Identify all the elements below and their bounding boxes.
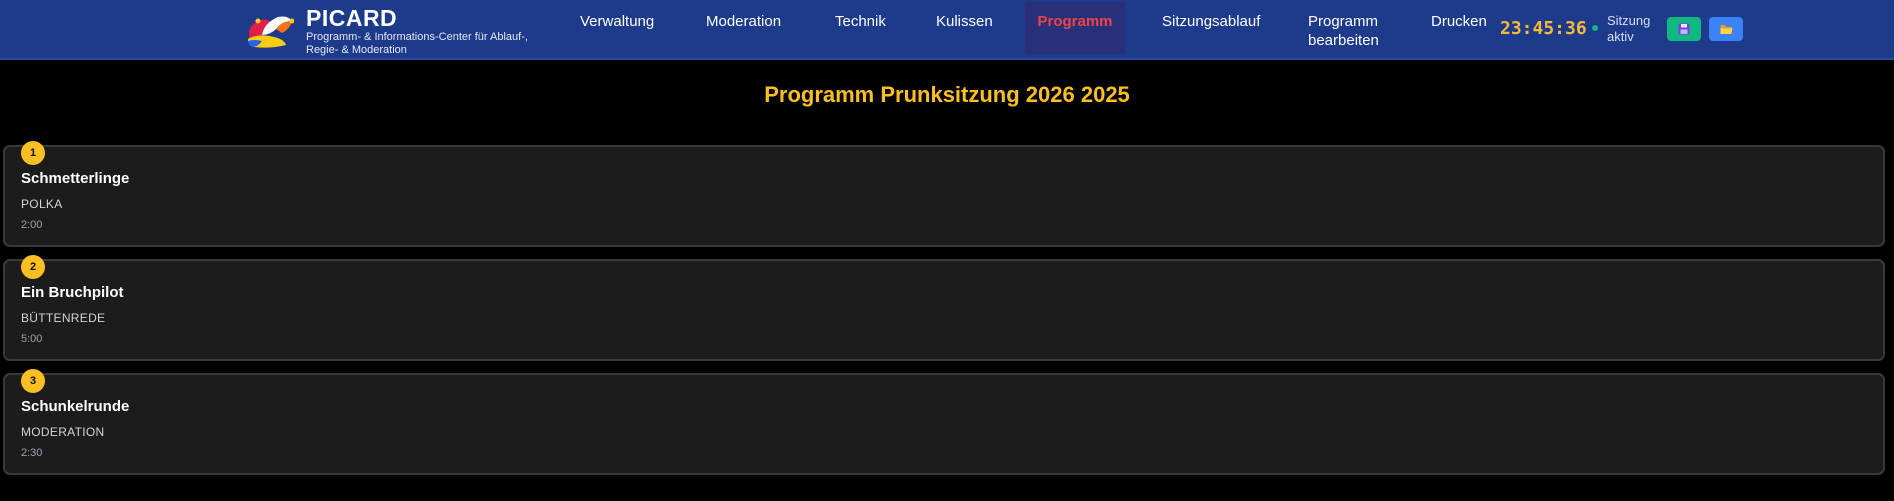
nav-programm-bearbeiten[interactable]: Programm bearbeiten: [1308, 2, 1398, 54]
nav-verwaltung[interactable]: Verwaltung: [580, 2, 654, 54]
nav-kulissen[interactable]: Kulissen: [936, 2, 993, 54]
program-item[interactable]: 3 Schunkelrunde MODERATION 2:30: [3, 369, 1885, 475]
clock: 23:45:36: [1500, 18, 1587, 39]
item-type: MODERATION: [21, 425, 105, 439]
brand-title: PICARD: [306, 5, 398, 31]
item-title: Schmetterlinge: [21, 170, 130, 187]
open-button[interactable]: [1709, 17, 1743, 41]
item-type: BÜTTENREDE: [21, 311, 106, 325]
item-number-badge: 3: [21, 369, 45, 393]
program-item[interactable]: 1 Schmetterlinge POLKA 2:00: [3, 141, 1885, 247]
nav-sitzungsablauf[interactable]: Sitzungsablauf: [1162, 2, 1260, 54]
save-button[interactable]: [1667, 17, 1701, 41]
item-number-badge: 1: [21, 141, 45, 165]
item-title: Schunkelrunde: [21, 398, 130, 415]
jester-logo-icon: [248, 16, 294, 48]
nav-drucken[interactable]: Drucken: [1431, 2, 1487, 54]
item-duration: 5:00: [21, 333, 43, 345]
item-duration: 2:00: [21, 219, 43, 231]
program-item[interactable]: 2 Ein Bruchpilot BÜTTENREDE 5:00: [3, 255, 1885, 361]
session-status: Sitzung aktiv: [1607, 13, 1651, 44]
item-type: POLKA: [21, 197, 63, 211]
brand-subtitle: Programm- & Informations-Center für Abla…: [306, 31, 528, 56]
floppy-disk-icon: [1678, 23, 1690, 35]
nav-moderation[interactable]: Moderation: [706, 2, 781, 54]
top-navigation-bar: PICARD Programm- & Informations-Center f…: [0, 0, 1894, 60]
page-title: Programm Prunksitzung 2026 2025: [764, 82, 1130, 107]
item-title: Ein Bruchpilot: [21, 284, 124, 301]
item-duration: 2:30: [21, 447, 43, 459]
nav-programm[interactable]: Programm: [1025, 2, 1125, 54]
item-number-badge: 2: [21, 255, 45, 279]
status-indicator-icon: [1592, 25, 1598, 31]
folder-icon: [1720, 24, 1732, 34]
nav-technik[interactable]: Technik: [835, 2, 886, 54]
brand: PICARD Programm- & Informations-Center f…: [306, 5, 546, 57]
